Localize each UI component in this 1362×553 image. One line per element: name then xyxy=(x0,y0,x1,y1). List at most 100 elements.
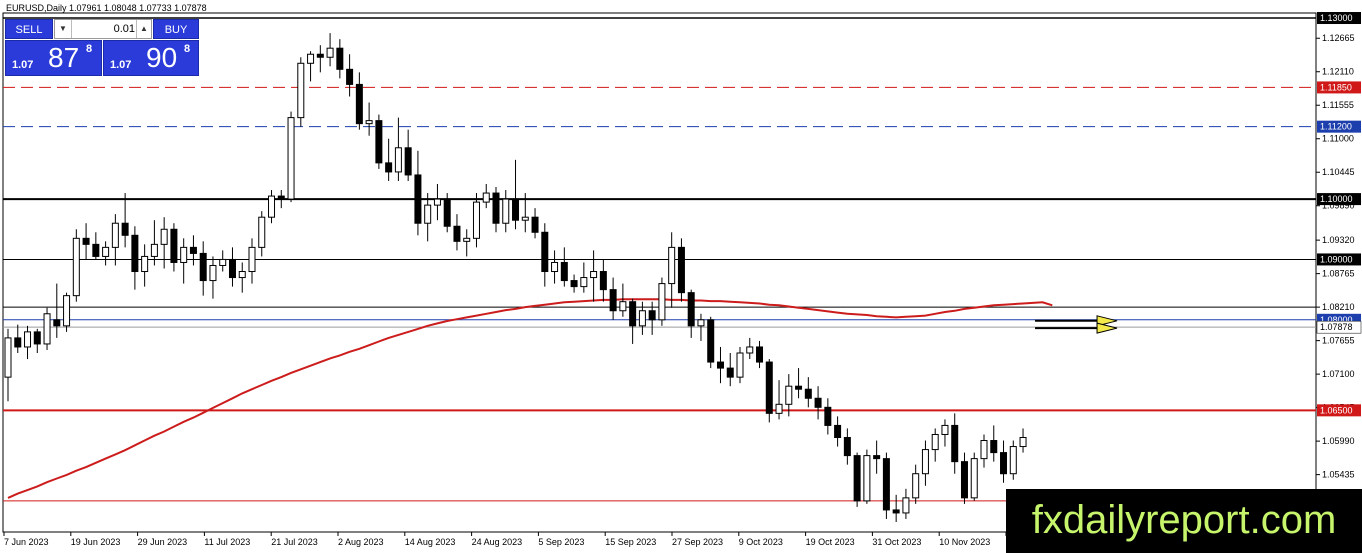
candle-body xyxy=(512,198,520,221)
buy-price-prefix: 1.07 xyxy=(110,59,132,71)
candle-body xyxy=(560,261,568,282)
candle-body xyxy=(531,216,539,233)
price-axis-label: 1.07655 xyxy=(1322,336,1355,346)
sell-price-quote[interactable]: 1.07 87 8 xyxy=(5,40,102,76)
candle-body xyxy=(990,440,998,454)
date-axis-label: 5 Sep 2023 xyxy=(538,537,584,547)
candle-body xyxy=(619,301,627,312)
candle-body xyxy=(180,246,188,263)
candle-body xyxy=(707,319,715,363)
candle-body xyxy=(424,204,432,224)
date-axis-label: 21 Jul 2023 xyxy=(271,537,318,547)
candle-body xyxy=(121,222,129,236)
candle-body xyxy=(326,47,334,58)
candle-body xyxy=(716,361,724,369)
price-axis-label: 1.12665 xyxy=(1322,33,1355,43)
triangle-up-icon[interactable]: ▲ xyxy=(136,20,151,38)
candle-body xyxy=(980,440,988,460)
candle-body xyxy=(638,310,646,327)
date-axis-label: 14 Aug 2023 xyxy=(405,537,456,547)
candle-body xyxy=(658,283,666,321)
candle-body xyxy=(63,295,71,327)
candle-body xyxy=(590,271,598,279)
candle-body xyxy=(843,437,851,457)
date-axis-label: 2 Aug 2023 xyxy=(338,537,384,547)
date-axis-label: 27 Sep 2023 xyxy=(672,537,723,547)
candle-body xyxy=(385,162,393,173)
price-axis-label: 1.08210 xyxy=(1322,302,1355,312)
candle-body xyxy=(219,258,227,266)
candle-body xyxy=(160,228,168,245)
candle-body xyxy=(33,331,41,345)
candle-body xyxy=(268,195,276,218)
candle-body xyxy=(170,228,178,263)
candle-body xyxy=(316,53,324,58)
candle-body xyxy=(814,397,822,408)
candle-body xyxy=(697,319,705,327)
buy-price-quote[interactable]: 1.07 90 8 xyxy=(103,40,199,76)
candle-body xyxy=(931,433,939,451)
candle-body xyxy=(677,246,685,294)
candle-body xyxy=(414,174,422,224)
candle-body xyxy=(765,361,773,414)
buy-price-pips: 90 xyxy=(146,42,178,73)
sell-button[interactable]: SELL xyxy=(5,19,53,39)
sell-price-pips: 87 xyxy=(48,42,80,73)
candle-body xyxy=(1019,437,1027,448)
date-axis-label: 15 Sep 2023 xyxy=(605,537,656,547)
price-level-tag-label: 1.11200 xyxy=(1320,122,1352,132)
candle-body xyxy=(433,198,441,206)
one-click-trading-panel: SELL ▼ ▲ BUY 1.07 87 8 1.07 90 8 xyxy=(5,19,199,76)
candle-body xyxy=(141,255,149,273)
chart-window: 1.12665 1.12110 1.11555 1.11000 1.10445 1.098… xyxy=(0,0,1362,553)
candle-body xyxy=(570,280,578,288)
candle-body xyxy=(580,277,588,288)
buy-price-fraction: 8 xyxy=(184,43,191,55)
candle-body xyxy=(482,192,490,203)
buy-button[interactable]: BUY xyxy=(153,19,199,39)
candle-body xyxy=(795,385,803,390)
candle-body xyxy=(521,216,529,221)
price-axis-label: 1.07100 xyxy=(1322,369,1355,379)
candle-body xyxy=(756,346,764,363)
candle-body xyxy=(941,424,949,435)
lot-size-input[interactable] xyxy=(73,21,135,37)
candle-body xyxy=(687,292,695,327)
candle-body xyxy=(726,367,734,378)
candle-body xyxy=(443,198,451,227)
candle-body xyxy=(4,337,12,378)
candle-body xyxy=(277,195,285,200)
candle-body xyxy=(394,147,402,173)
candle-body xyxy=(502,198,510,224)
candle-body xyxy=(902,497,910,514)
candle-body xyxy=(970,458,978,499)
candle-body xyxy=(882,458,890,511)
candle-body xyxy=(375,120,383,164)
candle-body xyxy=(287,117,295,200)
candle-body xyxy=(648,310,656,321)
candle-body xyxy=(346,68,354,85)
candle-body xyxy=(199,252,207,282)
sell-price-fraction: 8 xyxy=(86,43,93,55)
candle-body xyxy=(804,388,812,399)
price-axis-label: 1.12110 xyxy=(1322,67,1354,77)
candle-body xyxy=(228,258,236,279)
lot-size-stepper[interactable]: ▼ ▲ xyxy=(54,19,152,39)
triangle-down-icon[interactable]: ▼ xyxy=(55,20,72,38)
candle-body xyxy=(834,424,842,438)
candle-body xyxy=(72,237,80,297)
candle-body xyxy=(238,271,246,279)
date-axis-label: 7 Jun 2023 xyxy=(4,537,49,547)
candle-body xyxy=(43,313,51,345)
candle-body xyxy=(297,62,305,119)
candle-body xyxy=(609,289,617,312)
price-chart[interactable]: 1.126651.121101.115551.110001.104451.098… xyxy=(0,0,1362,553)
candle-body xyxy=(853,455,861,502)
price-axis-label: 1.05435 xyxy=(1322,470,1355,480)
date-axis-label: 29 Jun 2023 xyxy=(138,537,188,547)
price-axis-label: 1.05990 xyxy=(1322,436,1355,446)
candle-body xyxy=(492,192,500,224)
price-axis-label: 1.09320 xyxy=(1322,235,1355,245)
candle-body xyxy=(1009,446,1017,475)
price-axis-label: 1.10445 xyxy=(1322,167,1355,177)
